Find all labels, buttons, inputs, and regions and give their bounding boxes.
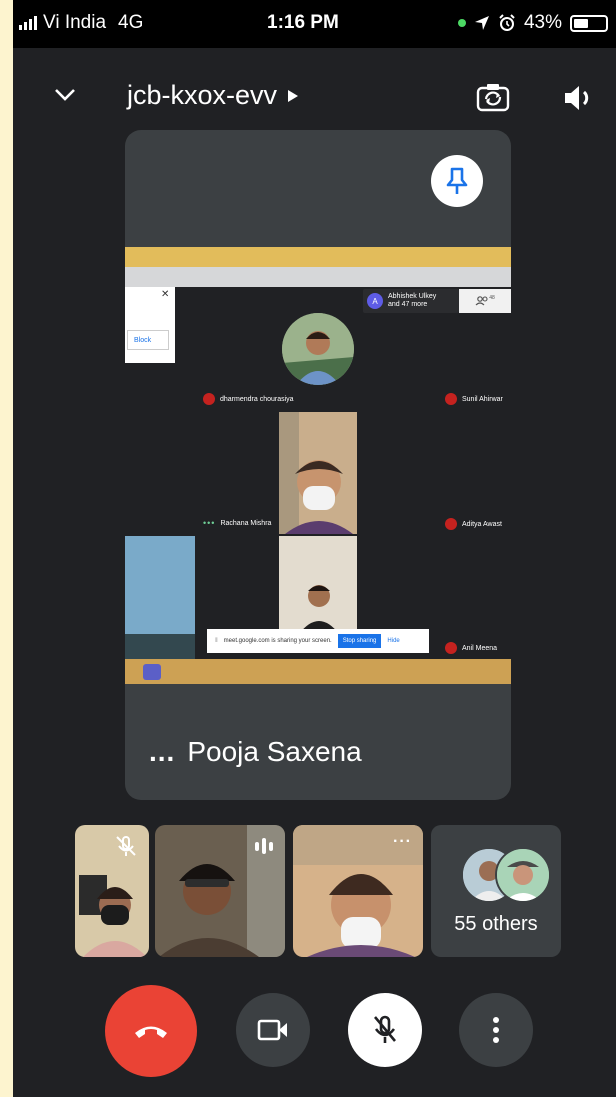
end-call-button[interactable]	[105, 985, 197, 1077]
speaker-icon[interactable]	[561, 80, 597, 116]
avatar	[495, 847, 551, 903]
mic-off-icon	[445, 642, 457, 654]
mic-in-use-indicator	[457, 19, 466, 27]
shared-screen: ✕ Block A Abhishek Ulkey and 47 more 48	[125, 247, 511, 684]
mic-off-icon	[116, 836, 136, 856]
pin-icon	[446, 167, 468, 194]
mic-off-icon	[445, 393, 457, 405]
meeting-code-button[interactable]: jcb-kxox-evv	[127, 80, 299, 111]
share-banner: ⦀ meet.google.com is sharing your screen…	[207, 629, 429, 653]
speaking-indicator-icon	[255, 838, 273, 854]
avatar: A	[367, 293, 383, 309]
network-type: 4G	[118, 12, 144, 33]
stop-sharing-button: Stop sharing	[337, 634, 382, 648]
more-dots-icon[interactable]: ···	[393, 833, 412, 851]
close-icon: ✕	[161, 289, 170, 300]
meet-screen: Vi India 4G 1:16 PM 43% jcb-kxox-evv ✕ B…	[13, 0, 616, 1097]
more-vert-icon	[493, 1017, 499, 1043]
participant-video	[279, 536, 357, 634]
others-count-label: 55 others	[454, 913, 538, 935]
more-dots-icon: •••	[203, 518, 216, 528]
pin-button[interactable]	[431, 155, 483, 207]
more-options-button[interactable]	[459, 993, 533, 1067]
participant-avatar-photo	[282, 313, 354, 385]
mic-toggle-button[interactable]	[348, 993, 422, 1067]
status-icons: 43%	[457, 12, 608, 34]
teams-icon	[143, 664, 161, 680]
tile-label: Aditya Awast	[445, 518, 502, 530]
clock: 1:16 PM	[267, 12, 339, 33]
participant-thumbnail[interactable]	[155, 825, 285, 957]
tile-label: dharmendra chourasiya	[203, 393, 294, 405]
notification-panel: ✕ Block	[125, 287, 175, 363]
tile-label: Anil Meena	[445, 642, 497, 654]
play-arrow-icon	[288, 89, 299, 102]
participant-video	[279, 412, 357, 534]
presenter-name: Pooja Saxena	[187, 736, 362, 767]
signal-icon	[19, 16, 37, 30]
mic-off-icon	[445, 518, 457, 530]
carrier-info: Vi India 4G	[19, 12, 143, 34]
status-bar: Vi India 4G 1:16 PM 43%	[13, 0, 616, 48]
battery-percent: 43%	[523, 12, 562, 33]
carrier-name: Vi India	[43, 12, 107, 33]
browser-tab-strip	[125, 247, 511, 267]
battery-icon	[570, 14, 608, 32]
share-banner-message: meet.google.com is sharing your screen.	[223, 638, 332, 644]
block-button: Block	[127, 330, 169, 350]
meeting-code: jcb-kxox-evv	[127, 80, 278, 110]
phone-hangup-icon	[135, 1026, 167, 1038]
people-count: 48	[459, 289, 511, 313]
location-icon	[474, 16, 489, 30]
people-icon	[475, 296, 488, 306]
tile-label: Sunil Ahirwar	[445, 393, 503, 405]
popup-line2: and 47 more	[388, 301, 428, 308]
chevron-down-icon[interactable]	[53, 83, 77, 107]
alarm-icon	[499, 14, 515, 31]
participant-thumbnail[interactable]: ···	[293, 825, 423, 957]
people-count-value: 48	[489, 295, 495, 301]
video-camera-icon	[257, 1019, 287, 1041]
presenter-label: ... Pooja Saxena	[149, 736, 362, 768]
hide-button: Hide	[387, 638, 400, 644]
camera-toggle-button[interactable]	[236, 993, 310, 1067]
more-dots-icon: ...	[149, 736, 176, 767]
taskbar	[125, 659, 511, 684]
participants-popup: A Abhishek Ulkey and 47 more	[363, 289, 459, 313]
participant-video	[125, 536, 195, 659]
presenter-tile[interactable]: ✕ Block A Abhishek Ulkey and 47 more 48	[125, 130, 511, 800]
mic-off-icon	[203, 393, 215, 405]
others-tile[interactable]: 55 others	[431, 825, 561, 957]
switch-camera-icon[interactable]	[475, 80, 511, 116]
browser-toolbar	[125, 267, 511, 287]
mic-off-icon	[374, 1015, 396, 1043]
popup-line1: Abhishek Ulkey	[388, 293, 437, 300]
tile-label: ••• Rachana Mishra	[203, 518, 272, 528]
participant-thumbnail[interactable]	[75, 825, 149, 957]
